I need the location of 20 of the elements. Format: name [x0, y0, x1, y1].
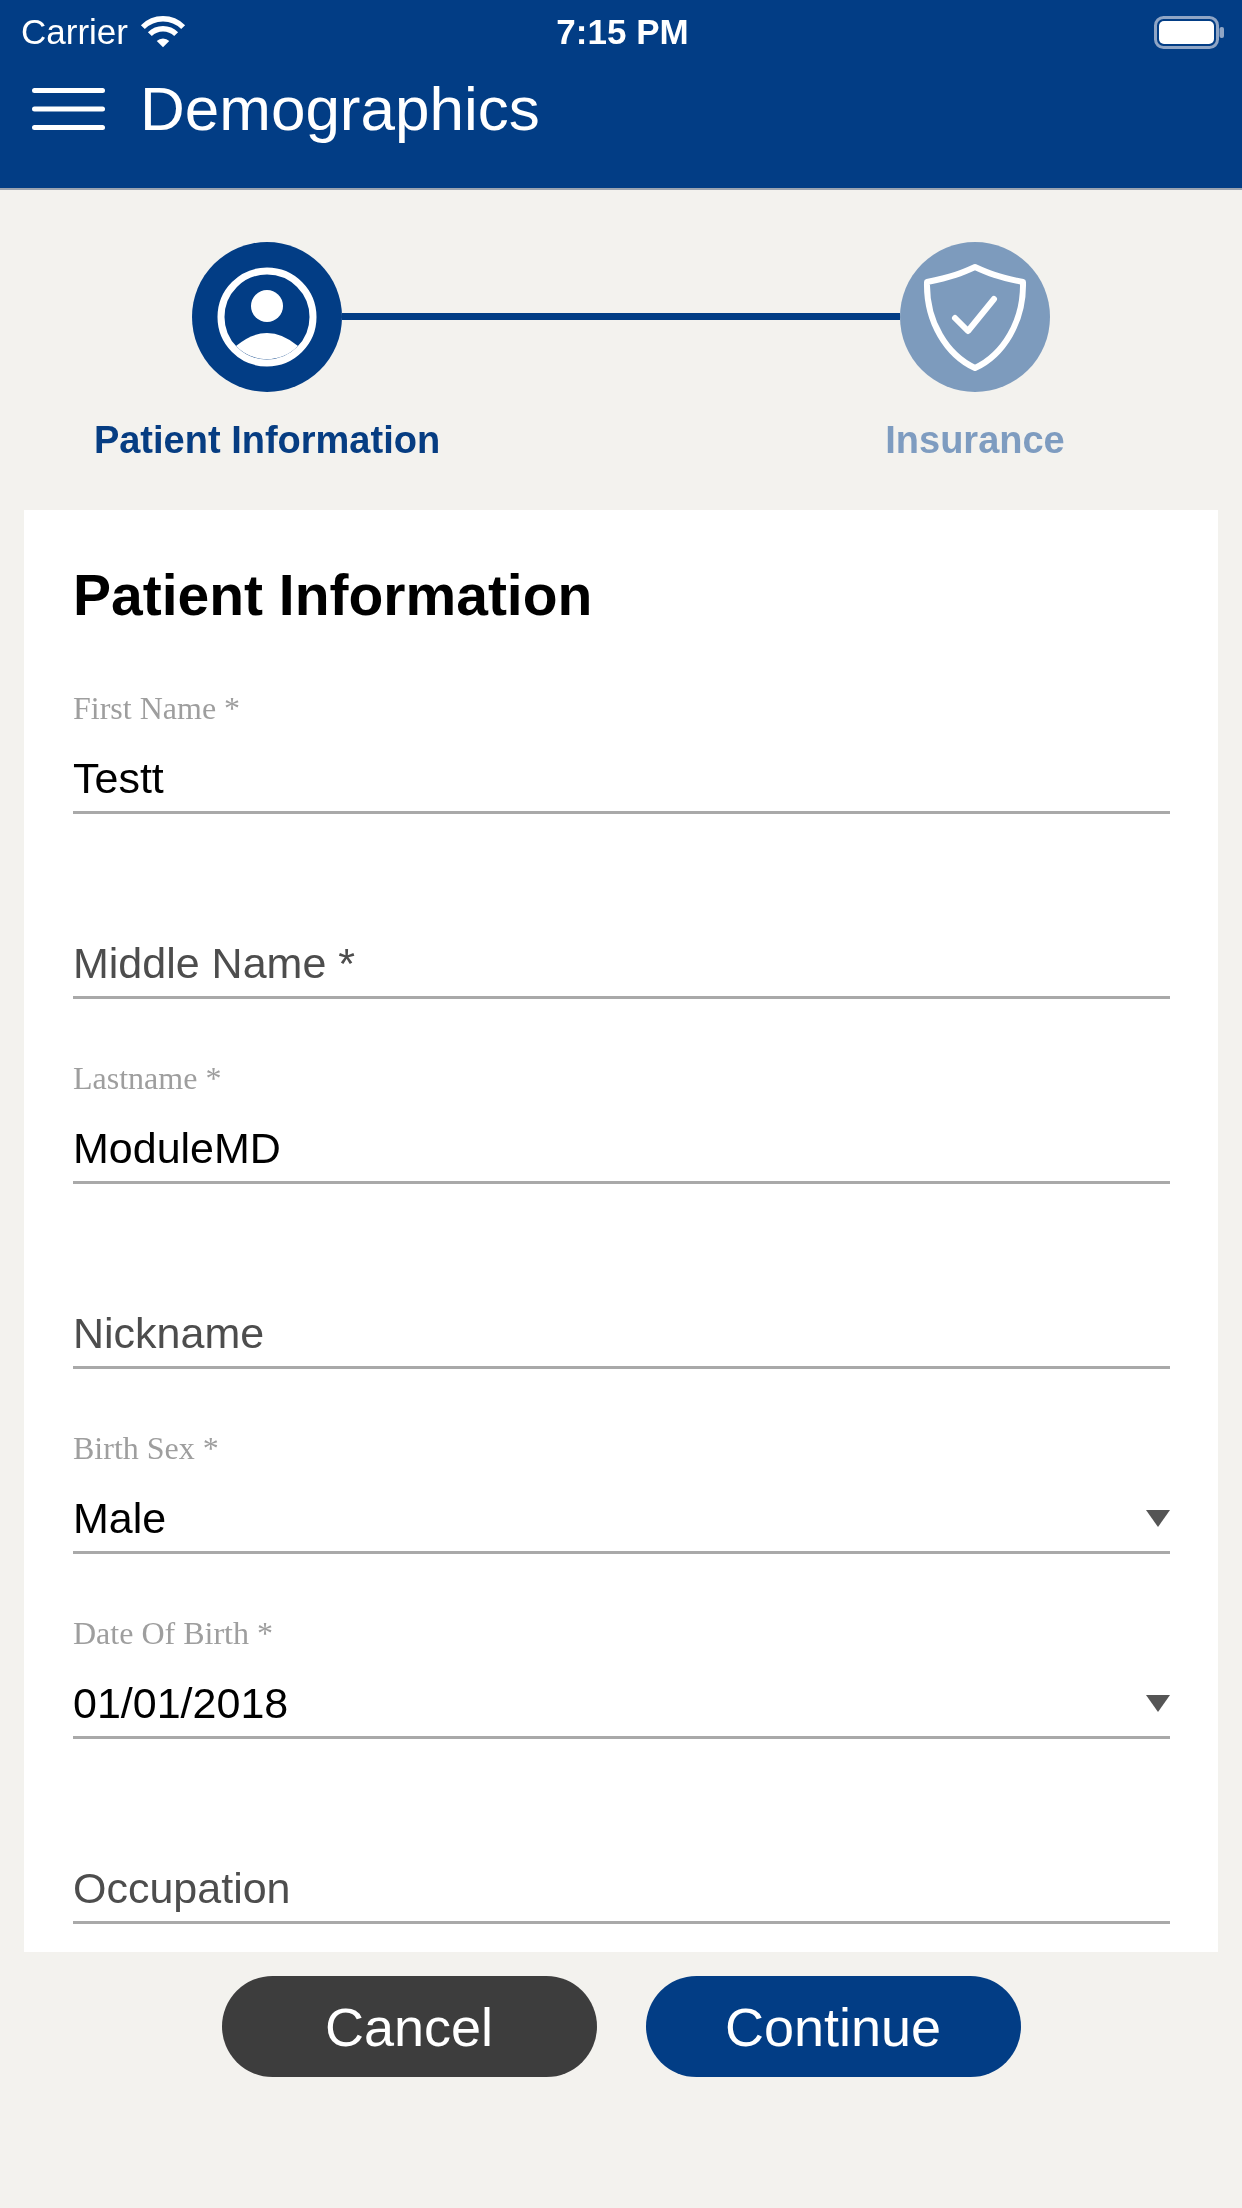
dropdown-field[interactable]: Birth Sex * Male [73, 1429, 1170, 1554]
page-title: Demographics [140, 74, 540, 144]
continue-button[interactable]: Continue [645, 1976, 1021, 2077]
wifi-icon [139, 14, 186, 50]
form-title: Patient Information [73, 563, 594, 627]
text-field[interactable]: Lastname * ModuleMD [73, 1059, 1170, 1184]
carrier-name: Carrier [21, 12, 128, 52]
step-label: Patient Information [93, 418, 441, 463]
cancel-button[interactable]: Cancel [221, 1976, 597, 2077]
text-field[interactable]: First Name * Testt [73, 689, 1170, 814]
caret-icon [1146, 1509, 1170, 1527]
battery-icon [1154, 15, 1224, 49]
text-field[interactable]: Middle Name * [73, 930, 1170, 999]
caret-icon [1146, 1694, 1170, 1712]
text-field[interactable]: Occupation [73, 1855, 1170, 1924]
menu-icon[interactable] [32, 88, 105, 130]
text-field[interactable]: Nickname [73, 1300, 1170, 1369]
dropdown-field[interactable]: Date Of Birth * 01/01/2018 [73, 1614, 1170, 1739]
status-time: 7:15 PM [556, 12, 689, 52]
step-label: Insurance [885, 418, 1065, 463]
